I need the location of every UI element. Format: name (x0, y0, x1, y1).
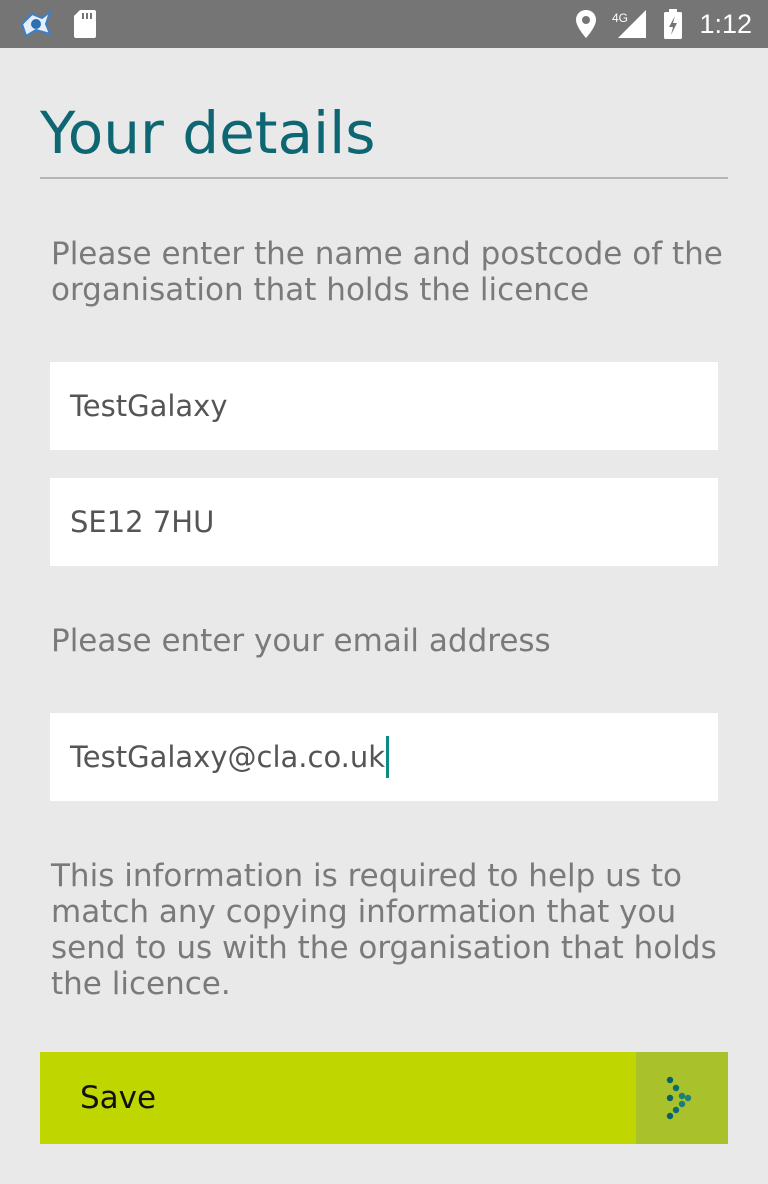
licence-instruction: Please enter the name and postcode of th… (51, 236, 723, 308)
network-type-label: 4G (612, 11, 628, 25)
app-notification-icon (18, 8, 54, 44)
location-icon (574, 8, 598, 44)
save-button-label: Save (80, 1080, 157, 1116)
organisation-name-value: TestGalaxy (70, 389, 228, 423)
sd-card-icon (72, 8, 98, 44)
details-screen: Your details Please enter the name and p… (0, 48, 768, 1184)
email-instruction: Please enter your email address (51, 623, 551, 659)
postcode-value: SE12 7HU (70, 505, 215, 539)
page-title: Your details (40, 99, 376, 167)
save-button[interactable]: Save (40, 1052, 728, 1144)
save-arrow-box (636, 1052, 728, 1144)
status-time: 1:12 (699, 9, 752, 39)
text-cursor (386, 736, 390, 778)
title-divider (40, 177, 728, 179)
organisation-name-input[interactable]: TestGalaxy (50, 362, 718, 450)
postcode-input[interactable]: SE12 7HU (50, 478, 718, 566)
status-bar: 4G 1:12 (0, 0, 768, 48)
signal-icon: 4G (610, 8, 650, 44)
email-input[interactable]: TestGalaxy@cla.co.uk (50, 713, 718, 801)
email-value: TestGalaxy@cla.co.uk (70, 740, 386, 774)
battery-charging-icon (662, 8, 684, 44)
dotted-arrow-icon (666, 1076, 692, 1120)
info-text: This information is required to help us … (51, 858, 717, 1002)
